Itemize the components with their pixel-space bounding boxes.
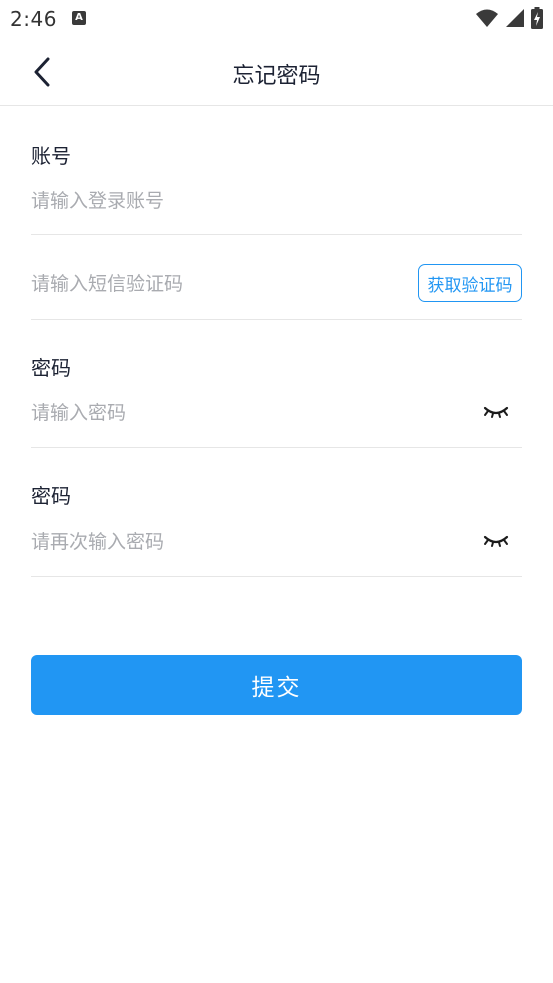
get-code-button[interactable]: 获取验证码 — [418, 264, 522, 302]
status-time: 2:46 — [10, 7, 57, 31]
nav-bar: 忘记密码 — [0, 38, 553, 106]
notification-a-icon: A — [72, 11, 86, 25]
password-input[interactable] — [31, 398, 451, 428]
password-field-group: 密码 — [31, 320, 522, 448]
submit-button[interactable]: 提交 — [31, 655, 522, 715]
password-visibility-toggle[interactable] — [482, 402, 510, 422]
account-input[interactable] — [31, 186, 451, 216]
eye-closed-icon — [483, 535, 509, 547]
password-label: 密码 — [31, 356, 71, 380]
status-bar: 2:46 A — [0, 0, 553, 38]
eye-closed-icon — [483, 406, 509, 418]
account-field-group: 账号 — [31, 106, 522, 235]
wifi-icon — [476, 9, 498, 27]
battery-charging-icon — [531, 7, 543, 29]
status-icons — [475, 7, 543, 29]
account-label: 账号 — [31, 144, 71, 168]
signal-icon — [506, 9, 524, 27]
page-title: 忘记密码 — [232, 64, 321, 89]
confirm-password-visibility-toggle[interactable] — [482, 531, 510, 551]
confirm-password-label: 密码 — [31, 484, 71, 508]
confirm-password-input[interactable] — [31, 527, 451, 557]
sms-code-field-group: 获取验证码 — [31, 235, 522, 320]
confirm-password-field-group: 密码 — [31, 448, 522, 577]
sms-code-input[interactable] — [31, 269, 391, 299]
